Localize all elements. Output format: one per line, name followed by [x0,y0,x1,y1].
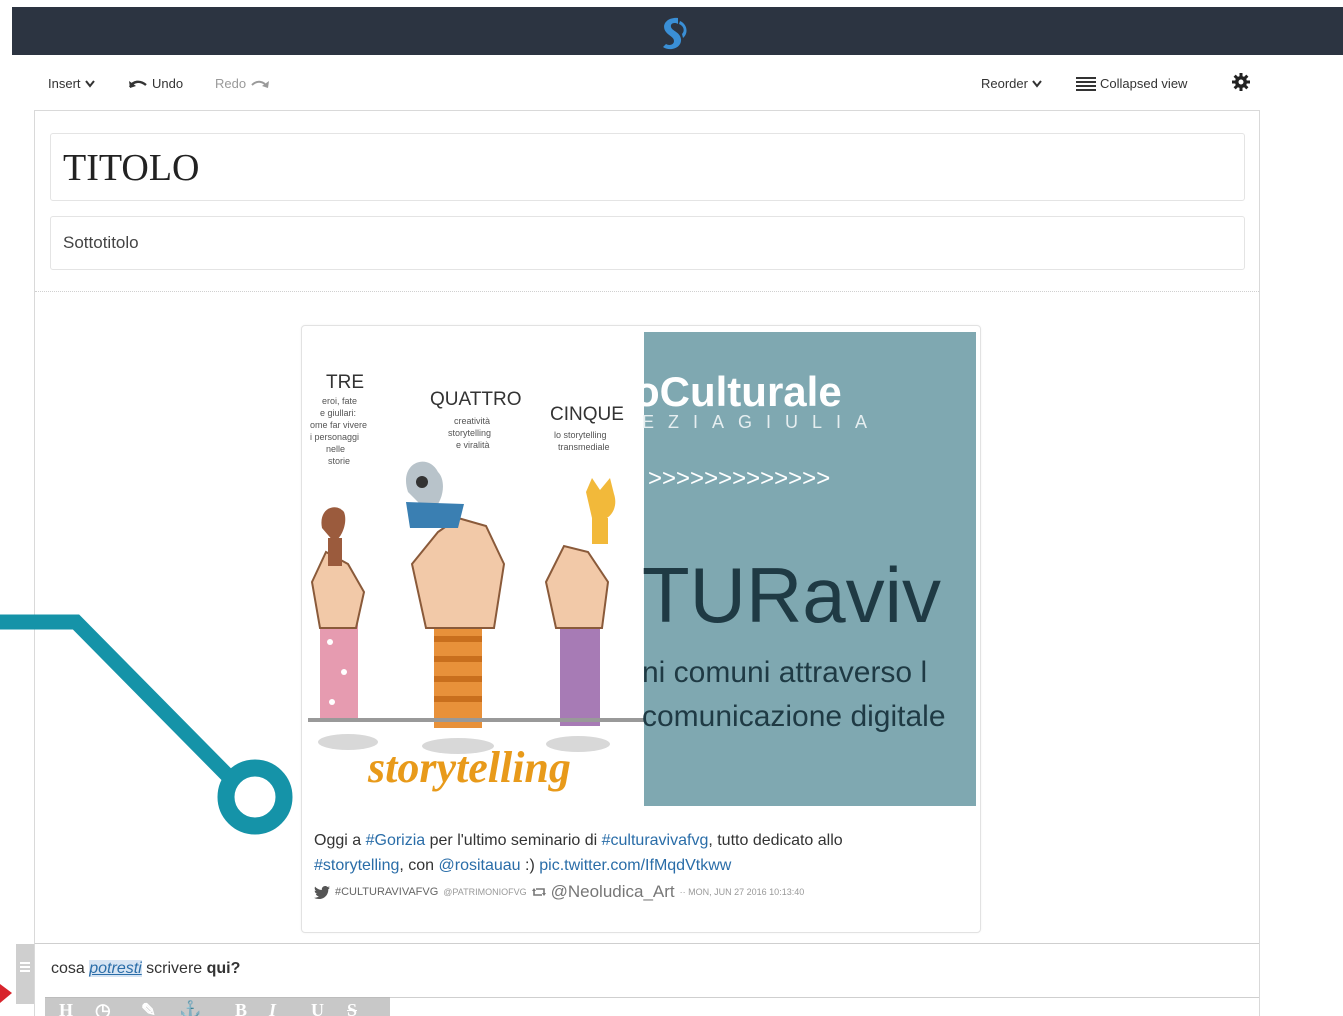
selected-italic-text: potresti [89,960,142,977]
editor-toolbar: Insert Undo Redo Reorder Collapsed view [48,72,1258,96]
italic-button[interactable]: I [269,1000,276,1016]
anchor-icon[interactable]: ⚓ [179,1000,201,1016]
red-pointer-icon [0,984,12,1003]
tweet-text-part: per l'ultimo seminario di [425,832,602,849]
insert-label: Insert [48,76,81,91]
paragraph-text-part: cosa [51,960,90,977]
underline-button[interactable]: U [311,1000,324,1016]
title-field[interactable]: TITOLO [50,133,1245,201]
svg-text:storytelling: storytelling [448,428,491,438]
section-divider [35,291,1259,292]
tweet-meta: #CULTURAVIVAFVG @PATRIMONIOFVG @Neoludic… [314,882,804,902]
undo-icon [128,80,147,88]
chevron-down-icon [84,79,95,88]
svg-text:eroi, fate: eroi, fate [322,396,357,406]
hashtag-link[interactable]: #Gorizia [366,832,426,849]
paragraph-bottom-border [390,997,1259,998]
mention-link[interactable]: @rositauau [439,857,521,874]
brand-text: oCulturale [634,368,842,415]
strikethrough-button[interactable]: S [347,1000,357,1016]
svg-text:lo storytelling: lo storytelling [554,430,607,440]
meta-user[interactable]: @Neoludica_Art [551,882,675,902]
storytelling-word: storytelling [367,743,571,792]
image-line-1: ni comuni attraverso l [642,656,927,689]
tweet-text-part: Oggi a [314,832,366,849]
svg-text:e viralità: e viralità [456,440,490,450]
svg-text:creatività: creatività [454,416,490,426]
pic-link[interactable]: pic.twitter.com/IfMqdVtkww [539,857,731,874]
subtitle-field[interactable]: Sottotitolo [50,216,1245,270]
svg-text:i personaggi: i personaggi [310,432,359,442]
tweet-image: TRE QUATTRO CINQUE eroi, fate e giullari… [308,332,976,806]
insert-menu[interactable]: Insert [48,76,95,91]
svg-text:e giullari:: e giullari: [320,408,356,418]
cinque-heading: CINQUE [550,404,624,425]
svg-text:transmediale: transmediale [558,442,610,452]
tweet-text-part: :) [520,857,540,874]
link-icon[interactable]: ✎ [141,1000,156,1016]
image-line-2: comunicazione digitale [642,700,946,733]
tweet-text-part: , tutto dedicato allo [708,832,843,849]
region-text: EZIAGIULIA [642,412,881,432]
bold-text: qui? [206,960,241,977]
hashtag-link[interactable]: #storytelling [314,857,399,874]
retweet-icon [531,888,546,896]
undo-label: Undo [152,76,184,91]
paragraph-text-part: scrivere [141,960,207,977]
bold-button[interactable]: B [235,1000,247,1016]
subtitle-text: Sottotitolo [63,233,139,252]
meta-account[interactable]: @PATRIMONIOFVG [443,887,526,897]
redo-icon [251,80,270,88]
paragraph-block[interactable]: cosa potresti scrivere qui? [16,943,1259,1004]
collapsed-view-button[interactable]: Collapsed view [1076,76,1187,91]
arrow-line: >>>>>>>>>>>>> [648,465,830,492]
svg-text:storie: storie [328,456,350,466]
editor-page: Insert Undo Redo Reorder Collapsed view [0,0,1343,1016]
big-word: TURaviv [642,551,941,639]
settings-button[interactable] [1232,73,1250,91]
hashtag-link[interactable]: #culturavivafvg [602,832,709,849]
clock-icon[interactable]: ◷ [95,1000,111,1016]
paragraph-text[interactable]: cosa potresti scrivere qui? [51,960,240,978]
redo-label: Redo [215,76,247,91]
redo-button[interactable]: Redo [215,76,270,91]
twitter-bird-icon [314,885,330,899]
svg-text:ome far vivere: ome far vivere [310,420,367,430]
reorder-menu[interactable]: Reorder [981,76,1042,91]
meta-date: ·· MON, JUN 27 2016 10:13:40 [679,887,805,897]
tweet-text-part: , con [399,857,439,874]
svg-text:nelle: nelle [326,444,345,454]
meta-hashtag[interactable]: #CULTURAVIVAFVG [335,886,438,898]
top-bar [12,7,1343,55]
heading-button[interactable]: H [59,1000,73,1016]
undo-button[interactable]: Undo [128,76,183,91]
editor-canvas: TITOLO Sottotitolo TRE QUATTRO CINQUE er… [16,110,1260,1016]
format-toolbar: H ◷ ✎ ⚓ B I U S [45,997,390,1016]
tweet-text: Oggi a #Gorizia per l'ultimo seminario d… [314,828,964,878]
tweet-embed[interactable]: TRE QUATTRO CINQUE eroi, fate e giullari… [301,325,981,933]
reorder-label: Reorder [981,76,1028,91]
title-text: TITOLO [63,147,200,189]
quattro-heading: QUATTRO [430,389,521,410]
gear-icon [1232,73,1250,91]
tre-heading: TRE [326,372,364,393]
chevron-down-icon [1032,79,1042,88]
app-logo-icon[interactable] [652,15,698,51]
list-lines-icon [1076,76,1096,91]
drag-handle-icon[interactable] [16,944,34,1004]
collapsed-view-label: Collapsed view [1100,76,1188,91]
